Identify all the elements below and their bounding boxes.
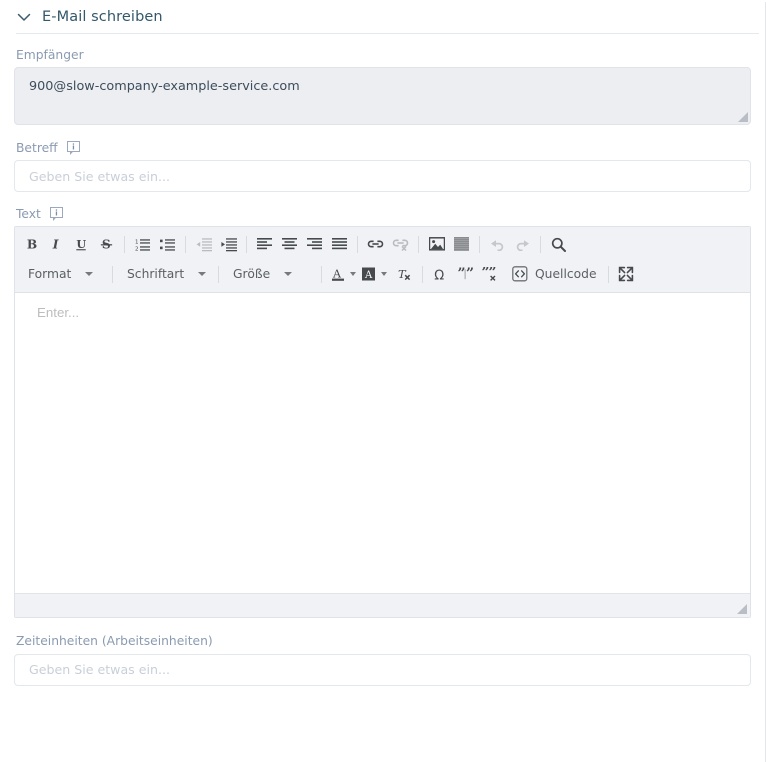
numbered-list-icon[interactable]: 1 2 [130,232,155,256]
body-editable-area[interactable]: Enter... [15,293,750,594]
chevron-down-icon [350,272,356,277]
svg-text:I: I [52,238,59,252]
subject-input[interactable] [14,160,751,193]
header-divider [16,33,759,34]
time-units-field: Zeiteinheiten (Arbeitseinheiten) [0,634,765,686]
search-icon[interactable] [546,232,571,256]
toolbar-separator [124,235,125,253]
body-label: Text [16,206,41,221]
toolbar-row-2: Format Schriftart Größe A A T Ω ” ” ” ” … [19,259,746,289]
size-select[interactable]: Größe [224,262,316,286]
underline-icon[interactable]: U [69,232,94,256]
font-select-label: Schriftart [127,267,185,282]
format-select[interactable]: Format [19,262,107,286]
info-tooltip-icon[interactable] [49,207,63,222]
bulleted-list-icon[interactable] [155,232,180,256]
remove-format-icon[interactable]: T [392,262,417,286]
chevron-down-icon [381,272,387,277]
source-code-button[interactable]: Quellcode [508,262,603,286]
toolbar-separator [418,235,419,253]
rich-text-editor: B I U S 1 2 Format Schriftart Größe A A … [14,226,751,619]
svg-text:”: ” [466,267,474,282]
svg-text:B: B [27,238,37,252]
recipient-label: Empfänger [16,48,84,62]
body-field: Text [0,206,765,222]
svg-text:”: ” [458,267,466,282]
horizontal-rule-icon[interactable] [449,232,474,256]
time-units-label: Zeiteinheiten (Arbeitseinheiten) [16,634,213,649]
svg-text:A: A [332,268,342,281]
toolbar-row-1: B I U S 1 2 [19,229,746,259]
chevron-down-icon [284,272,293,277]
chevron-down-icon [85,272,94,277]
subject-label: Betreff [16,140,58,155]
strikethrough-icon[interactable]: S [94,232,119,256]
unlink-icon [388,232,413,256]
body-label-row: Text [16,206,751,222]
subject-label-row: Betreff [16,140,751,156]
svg-text:U: U [76,237,86,251]
resize-grip-icon[interactable] [738,112,748,123]
align-center-icon[interactable] [277,232,302,256]
editor-toolbar: B I U S 1 2 Format Schriftart Größe A A … [15,227,750,294]
toolbar-separator [357,235,358,253]
info-tooltip-icon[interactable] [66,141,80,156]
chevron-down-icon[interactable] [16,9,32,25]
editor-elements-path [15,593,750,618]
svg-text:1: 1 [135,239,139,245]
background-color-icon[interactable]: A [357,262,388,286]
recipient-field: Empfänger 900@slow-company-example-servi… [0,48,765,126]
outdent-icon [191,232,216,256]
maximize-icon[interactable] [614,262,639,286]
toolbar-separator [218,265,219,283]
source-code-label: Quellcode [535,267,597,282]
subject-field: Betreff [0,140,765,193]
body-placeholder: Enter... [37,305,80,321]
recipient-input[interactable]: 900@slow-company-example-service.com [14,67,751,126]
page-title: E-Mail schreiben [42,8,163,25]
toolbar-separator [479,235,480,253]
size-select-label: Größe [233,267,271,282]
time-units-label-row: Zeiteinheiten (Arbeitseinheiten) [16,634,751,649]
toolbar-separator [112,265,113,283]
recipient-label-row: Empfänger [16,48,751,62]
insert-quote-icon[interactable]: ” ” [453,262,478,286]
redo-icon [510,232,535,256]
link-icon[interactable] [363,232,388,256]
svg-text:2: 2 [135,246,139,252]
align-right-icon[interactable] [302,232,327,256]
toolbar-separator [321,265,322,283]
panel-header[interactable]: E-Mail schreiben [0,2,765,32]
font-select[interactable]: Schriftart [118,262,213,286]
svg-text:A: A [364,270,373,281]
align-justify-icon[interactable] [327,232,352,256]
align-left-icon[interactable] [252,232,277,256]
format-select-label: Format [28,267,72,282]
toolbar-separator [185,235,186,253]
chevron-down-icon [198,272,207,277]
toolbar-separator [422,265,423,283]
resize-grip-icon[interactable] [737,604,747,615]
indent-icon[interactable] [216,232,241,256]
text-color-icon[interactable]: A [327,262,357,286]
toolbar-separator [246,235,247,253]
remove-quote-icon[interactable]: ” ” [478,262,503,286]
undo-icon [485,232,510,256]
time-units-input[interactable] [14,653,751,686]
image-icon[interactable] [424,232,449,256]
bold-icon[interactable]: B [19,232,44,256]
email-compose-panel: E-Mail schreiben Empfänger 900@slow-comp… [0,2,766,762]
toolbar-separator [540,235,541,253]
source-code-icon [512,266,528,282]
recipient-value: 900@slow-company-example-service.com [29,79,300,95]
italic-icon[interactable]: I [44,232,69,256]
toolbar-separator [607,265,609,283]
svg-text:Ω: Ω [434,268,444,282]
special-character-icon[interactable]: Ω [428,262,453,286]
